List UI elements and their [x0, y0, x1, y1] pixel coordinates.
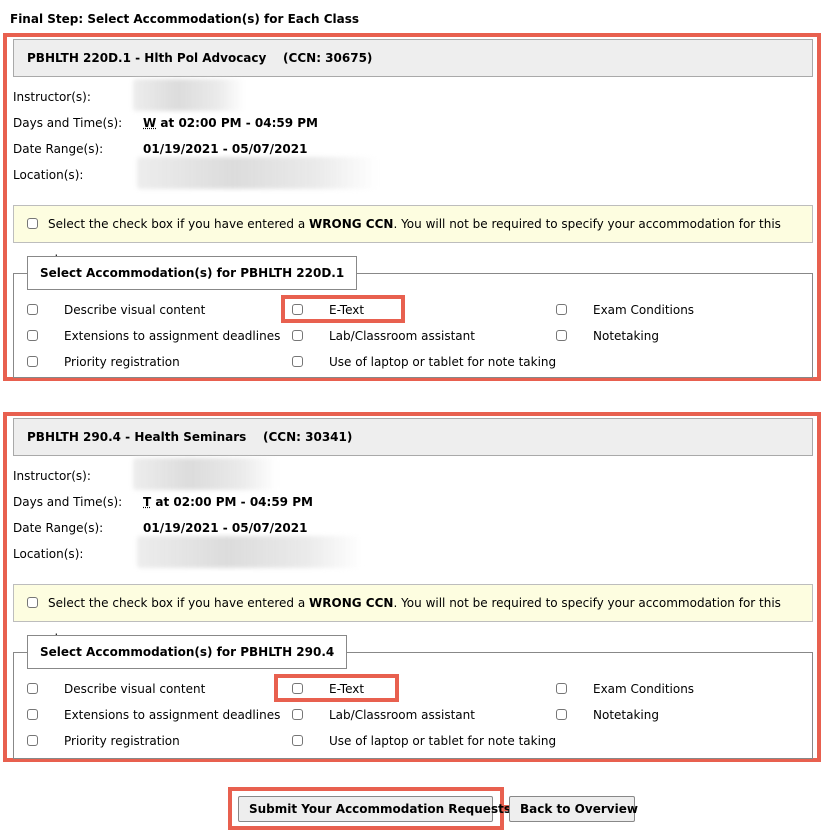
option-label: Notetaking [593, 708, 659, 722]
date-range-value: 01/19/2021 - 05/07/2021 [143, 142, 308, 156]
wrong-ccn-checkbox[interactable] [27, 597, 38, 608]
date-range-label: Date Range(s): [13, 521, 104, 535]
days-time-value: T at 02:00 PM - 04:59 PM [143, 495, 313, 509]
instructor-label: Instructor(s): [13, 90, 91, 104]
checkbox[interactable] [27, 735, 38, 746]
day-abbr: W [143, 116, 157, 130]
class-block-pbhlth-220d1: PBHLTH 220D.1 - Hlth Pol Advocacy (CCN: … [3, 33, 821, 381]
days-time-label: Days and Time(s): [13, 116, 123, 130]
location-label: Location(s): [13, 168, 84, 182]
checkbox[interactable] [292, 356, 303, 367]
instructor-value-redacted [133, 79, 245, 111]
wrong-ccn-checkbox[interactable] [27, 218, 38, 229]
option-label: Extensions to assignment deadlines [64, 329, 281, 343]
checkbox[interactable] [27, 709, 38, 720]
checkbox[interactable] [292, 735, 303, 746]
location-label: Location(s): [13, 547, 84, 561]
time-range: at 02:00 PM - 04:59 PM [151, 495, 313, 509]
accommodation-legend: Select Accommodation(s) for PBHLTH 220D.… [27, 256, 358, 290]
submit-button[interactable]: Submit Your Accommodation Requests [238, 796, 511, 822]
wrong-ccn-text: Select the check box if you have entered… [48, 217, 310, 231]
location-value-redacted [137, 157, 377, 189]
class-header: PBHLTH 290.4 - Health Seminars (CCN: 303… [13, 418, 813, 456]
checkbox[interactable] [27, 304, 38, 315]
checkbox[interactable] [556, 709, 567, 720]
class-header: PBHLTH 220D.1 - Hlth Pol Advocacy (CCN: … [13, 39, 813, 77]
etext-highlight [281, 295, 405, 323]
checkbox[interactable] [292, 709, 303, 720]
days-time-value: W at 02:00 PM - 04:59 PM [143, 116, 318, 130]
location-value-redacted [137, 536, 362, 568]
instructor-label: Instructor(s): [13, 469, 91, 483]
option-label: Use of laptop or tablet for note taking [329, 355, 557, 369]
option-label: Use of laptop or tablet for note taking [329, 734, 557, 748]
option-label: Priority registration [64, 734, 180, 748]
time-range: at 02:00 PM - 04:59 PM [156, 116, 318, 130]
accommodation-legend: Select Accommodation(s) for PBHLTH 290.4 [27, 635, 348, 669]
day-abbr: T [143, 495, 152, 509]
etext-highlight [274, 674, 399, 702]
option-label: Exam Conditions [593, 682, 695, 696]
page-title: Final Step: Select Accommodation(s) for … [10, 12, 360, 26]
option-label: Describe visual content [64, 303, 206, 317]
date-range-label: Date Range(s): [13, 142, 104, 156]
checkbox[interactable] [556, 330, 567, 341]
wrong-ccn-notice: Select the check box if you have entered… [13, 584, 813, 646]
checkbox[interactable] [292, 330, 303, 341]
wrong-ccn-emphasis: WRONG CCN [309, 217, 394, 231]
checkbox[interactable] [27, 330, 38, 341]
checkbox[interactable] [556, 304, 567, 315]
checkbox[interactable] [27, 683, 38, 694]
option-label: Lab/Classroom assistant [329, 329, 475, 343]
instructor-value-redacted [133, 458, 277, 490]
checkbox[interactable] [27, 356, 38, 367]
back-to-overview-button[interactable]: Back to Overview [509, 796, 638, 822]
option-label: Exam Conditions [593, 303, 695, 317]
wrong-ccn-emphasis: WRONG CCN [309, 596, 394, 610]
wrong-ccn-notice: Select the check box if you have entered… [13, 205, 813, 267]
option-label: Describe visual content [64, 682, 206, 696]
checkbox[interactable] [556, 683, 567, 694]
option-label: Lab/Classroom assistant [329, 708, 475, 722]
wrong-ccn-text: Select the check box if you have entered… [48, 596, 310, 610]
class-block-pbhlth-2904: PBHLTH 290.4 - Health Seminars (CCN: 303… [3, 412, 821, 762]
option-label: Notetaking [593, 329, 659, 343]
date-range-value: 01/19/2021 - 05/07/2021 [143, 521, 308, 535]
days-time-label: Days and Time(s): [13, 495, 123, 509]
option-label: Extensions to assignment deadlines [64, 708, 281, 722]
option-label: Priority registration [64, 355, 180, 369]
